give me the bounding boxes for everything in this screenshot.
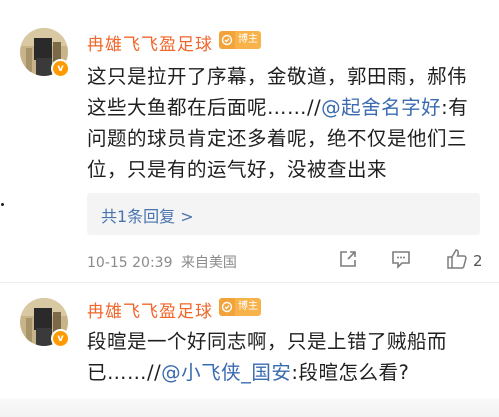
comment-text-line: 这只是拉开了序幕，金敬道，郭田雨，郝伟 <box>87 60 467 89</box>
comment-text-line: 段暄是一个好同志啊，只是上错了贼船而 <box>87 325 447 354</box>
comment-icon[interactable] <box>390 248 412 274</box>
username[interactable]: 冉雄飞飞盈足球 <box>87 297 213 322</box>
comment-time: 10-15 20:39 <box>87 255 173 271</box>
comment-text: 位，只是有的运气好，没被查出来 <box>87 158 388 181</box>
comment-text: 这只是拉开了序幕，金敬道，郭田雨，郝伟 <box>87 65 468 88</box>
view-replies-link[interactable]: 共1条回复 > <box>101 203 194 227</box>
bottom-edge <box>0 398 499 417</box>
comment-location: 来自美国 <box>180 255 237 271</box>
comment-text: :段暄怎么看? <box>291 361 410 384</box>
blogger-badge-label: 博主 <box>235 31 261 49</box>
comment-item: v 冉雄飞飞盈足球 博主 段暄是一个好同志啊，只是上错了贼船而 已……//@小飞… <box>0 283 499 417</box>
share-icon[interactable] <box>337 248 359 274</box>
avatar[interactable]: v <box>20 298 70 348</box>
comment-text-line: 已……//@小飞侠_国安:段暄怎么看? <box>87 356 409 385</box>
mention-link[interactable]: @小飞侠_国安 <box>161 361 291 384</box>
comment-text: :有 <box>441 96 469 119</box>
comment-meta: 10-15 20:39 来自美国 <box>87 252 237 272</box>
avatar[interactable]: v <box>20 28 70 78</box>
blogger-badge-icon <box>219 298 235 316</box>
mention-link[interactable]: @起舍名字好 <box>321 96 441 119</box>
verified-badge-icon: v <box>51 329 70 348</box>
blogger-badge-icon <box>219 31 235 49</box>
comment-text-line: 这些大鱼都在后面呢……//@起舍名字好:有 <box>87 91 468 120</box>
comment-text-line: 问题的球员肯定还多着呢，绝不仅是他们三 <box>87 122 467 151</box>
verified-badge-icon: v <box>51 59 70 78</box>
blogger-badge: 博主 <box>219 298 261 316</box>
comment-item: v 冉雄飞飞盈足球 博主 这只是拉开了序幕，金敬道，郭田雨，郝伟 这些大鱼都在后… <box>0 0 499 282</box>
blogger-badge: 博主 <box>219 31 261 49</box>
like-count: 2 <box>473 252 483 270</box>
comment-text-line: 位，只是有的运气好，没被查出来 <box>87 153 387 182</box>
like-icon[interactable] <box>445 248 469 274</box>
comment-text: 这些大鱼都在后面呢……// <box>87 96 322 119</box>
blogger-badge-label: 博主 <box>235 298 261 316</box>
comment-text: 问题的球员肯定还多着呢，绝不仅是他们三 <box>87 127 468 150</box>
username[interactable]: 冉雄飞飞盈足球 <box>87 30 213 55</box>
replies-box: 共1条回复 > <box>87 193 480 235</box>
comment-text: 已……// <box>87 361 162 384</box>
comment-text: 段暄是一个好同志啊，只是上错了贼船而 <box>87 330 448 353</box>
